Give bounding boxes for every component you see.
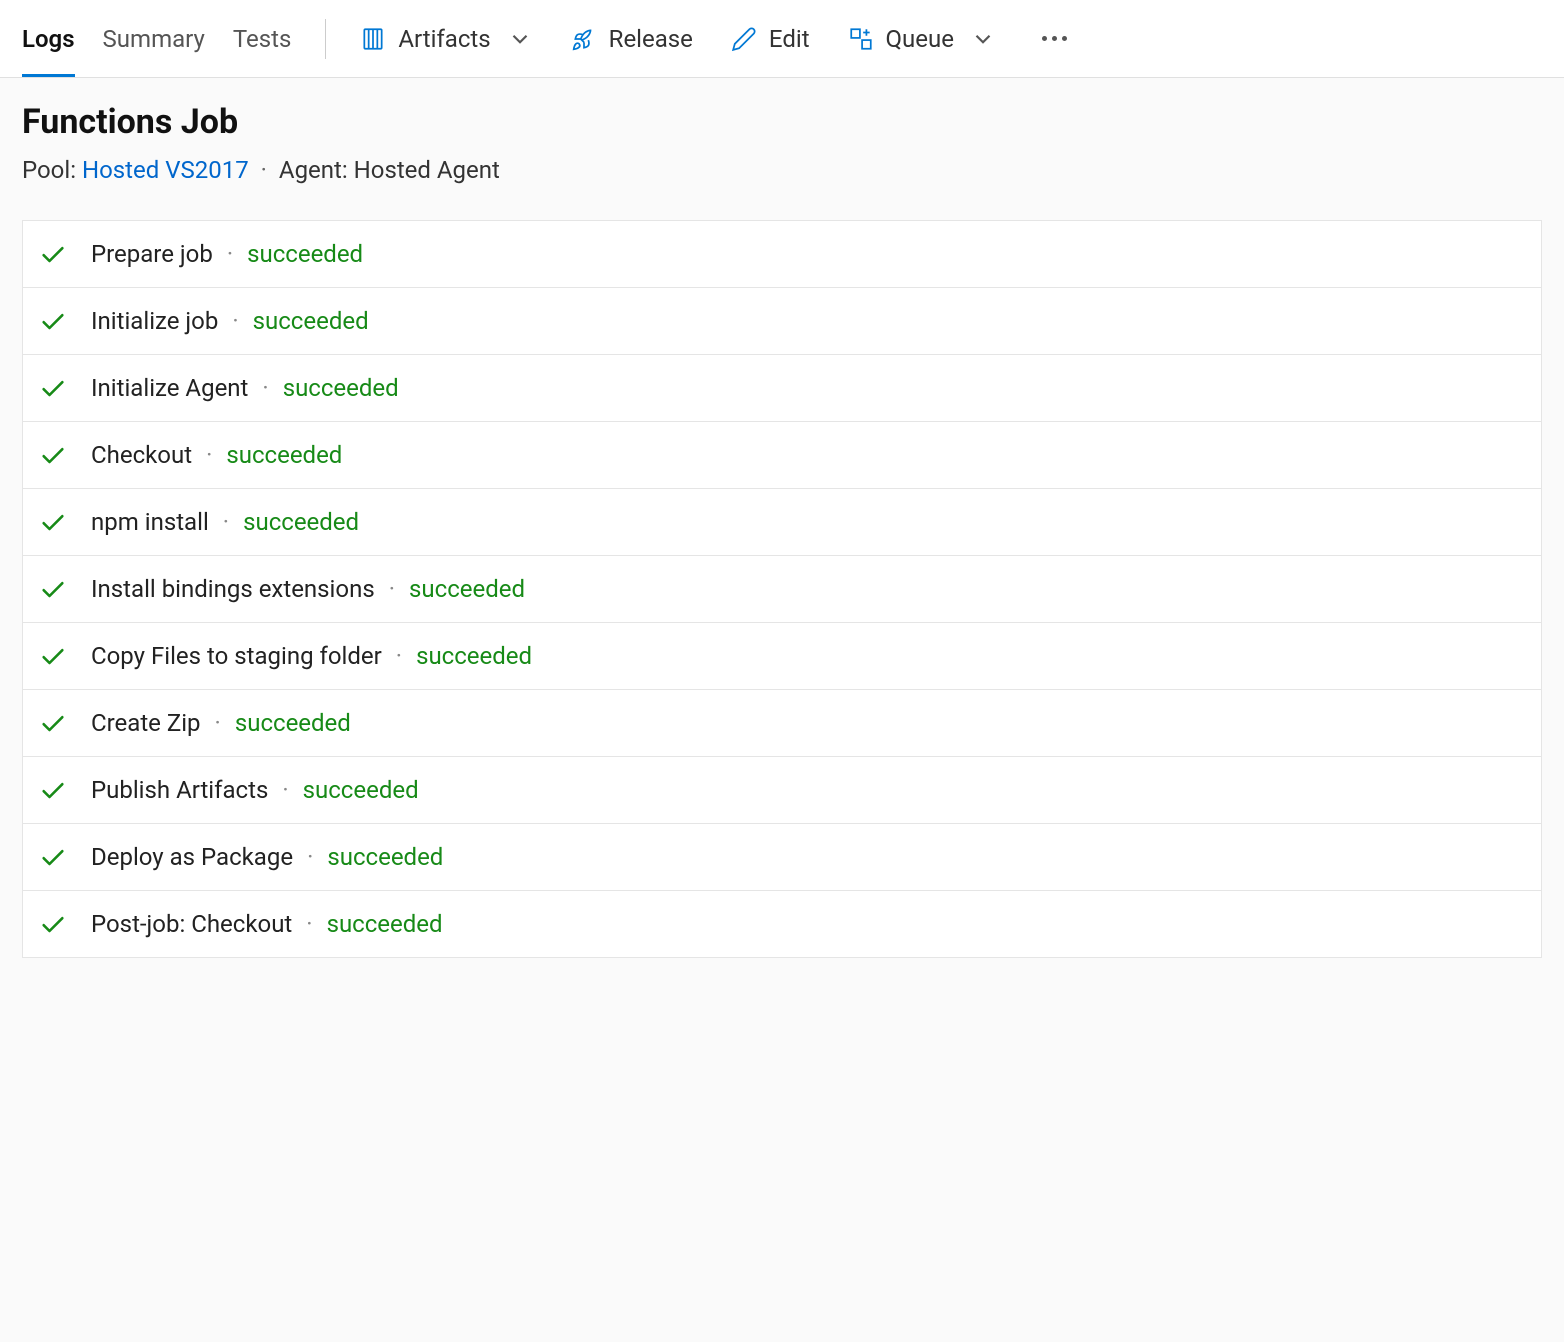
step-status: succeeded — [253, 307, 369, 335]
dot-separator: · — [389, 575, 395, 603]
dot-separator: · — [227, 240, 233, 268]
step-name: Deploy as Package — [91, 843, 293, 871]
step-status: succeeded — [303, 776, 419, 804]
dot-separator: · — [282, 776, 288, 804]
actions: Artifacts Release Edit — [360, 25, 1075, 53]
step-status: succeeded — [409, 575, 525, 603]
chevron-down-icon — [507, 26, 533, 52]
tab-summary[interactable]: Summary — [103, 0, 205, 77]
pencil-icon — [731, 26, 757, 52]
step-name: Checkout — [91, 441, 192, 469]
dot-separator: · — [261, 156, 273, 184]
dot-separator: · — [232, 307, 238, 335]
agent-label: Agent: Hosted Agent — [279, 156, 500, 184]
check-icon — [39, 642, 67, 670]
step-row[interactable]: Post-job: Checkout · succeeded — [23, 891, 1541, 957]
check-icon — [39, 709, 67, 737]
step-name: Install bindings extensions — [91, 575, 375, 603]
step-status: succeeded — [247, 240, 363, 268]
step-status: succeeded — [235, 709, 351, 737]
edit-button[interactable]: Edit — [731, 25, 810, 53]
dot-separator: · — [306, 910, 312, 938]
tabs: Logs Summary Tests — [22, 0, 291, 77]
edit-label: Edit — [769, 25, 810, 53]
steps-list: Prepare job · succeeded Initialize job ·… — [22, 220, 1542, 958]
check-icon — [39, 776, 67, 804]
dot-icon — [1042, 36, 1047, 41]
step-status: succeeded — [226, 441, 342, 469]
step-status: succeeded — [283, 374, 399, 402]
job-title: Functions Job — [22, 102, 1542, 142]
toolbar: Logs Summary Tests Artifacts Rele — [0, 0, 1564, 78]
step-status: succeeded — [327, 910, 443, 938]
step-row[interactable]: Publish Artifacts · succeeded — [23, 757, 1541, 824]
step-row[interactable]: Deploy as Package · succeeded — [23, 824, 1541, 891]
job-header: Functions Job Pool: Hosted VS2017 · Agen… — [0, 78, 1564, 202]
step-row[interactable]: Create Zip · succeeded — [23, 690, 1541, 757]
step-row[interactable]: Initialize Agent · succeeded — [23, 355, 1541, 422]
artifacts-button[interactable]: Artifacts — [360, 25, 532, 53]
artifacts-label: Artifacts — [398, 25, 490, 53]
step-row[interactable]: Checkout · succeeded — [23, 422, 1541, 489]
dot-icon — [1052, 36, 1057, 41]
step-row[interactable]: Prepare job · succeeded — [23, 221, 1541, 288]
step-row[interactable]: Install bindings extensions · succeeded — [23, 556, 1541, 623]
step-status: succeeded — [416, 642, 532, 670]
pool-label: Pool: — [22, 156, 76, 184]
check-icon — [39, 307, 67, 335]
step-status: succeeded — [327, 843, 443, 871]
step-row[interactable]: Initialize job · succeeded — [23, 288, 1541, 355]
check-icon — [39, 240, 67, 268]
dot-separator: · — [396, 642, 402, 670]
step-name: Prepare job — [91, 240, 213, 268]
queue-icon — [848, 26, 874, 52]
queue-label: Queue — [886, 25, 954, 53]
check-icon — [39, 843, 67, 871]
step-name: Create Zip — [91, 709, 201, 737]
tab-tests[interactable]: Tests — [233, 0, 292, 77]
release-label: Release — [609, 25, 693, 53]
step-name: Post-job: Checkout — [91, 910, 292, 938]
job-subline: Pool: Hosted VS2017 · Agent: Hosted Agen… — [22, 156, 1542, 184]
step-row[interactable]: Copy Files to staging folder · succeeded — [23, 623, 1541, 690]
queue-button[interactable]: Queue — [848, 25, 996, 53]
dot-separator: · — [206, 441, 212, 469]
check-icon — [39, 508, 67, 536]
dot-separator: · — [307, 843, 313, 871]
step-name: Publish Artifacts — [91, 776, 268, 804]
tab-logs[interactable]: Logs — [22, 0, 75, 77]
artifacts-icon — [360, 26, 386, 52]
check-icon — [39, 374, 67, 402]
dot-separator: · — [223, 508, 229, 536]
chevron-down-icon — [970, 26, 996, 52]
step-name: Initialize job — [91, 307, 218, 335]
rocket-icon — [571, 26, 597, 52]
step-name: Copy Files to staging folder — [91, 642, 382, 670]
release-button[interactable]: Release — [571, 25, 693, 53]
more-button[interactable] — [1034, 28, 1075, 49]
dot-separator: · — [215, 709, 221, 737]
separator — [325, 19, 326, 59]
dot-icon — [1062, 36, 1067, 41]
step-name: npm install — [91, 508, 209, 536]
check-icon — [39, 910, 67, 938]
pool-link[interactable]: Hosted VS2017 — [82, 156, 249, 184]
check-icon — [39, 441, 67, 469]
check-icon — [39, 575, 67, 603]
step-name: Initialize Agent — [91, 374, 248, 402]
step-row[interactable]: npm install · succeeded — [23, 489, 1541, 556]
step-status: succeeded — [243, 508, 359, 536]
dot-separator: · — [262, 374, 268, 402]
